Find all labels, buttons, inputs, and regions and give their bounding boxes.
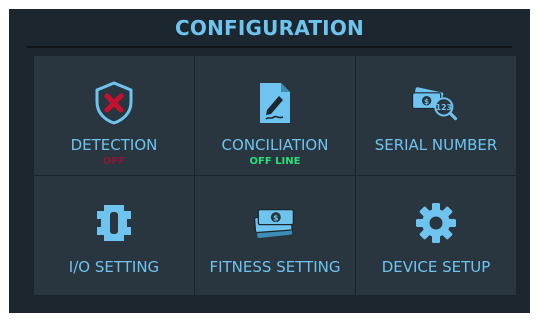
conciliation-status: OFF LINE (249, 156, 301, 167)
fitness-setting-label: FITNESS SETTING (209, 258, 341, 276)
configuration-screen: CONFIGURATION DETECTION OFF CONCILIATION… (9, 9, 530, 313)
svg-text:$: $ (424, 97, 429, 106)
gear-icon (411, 200, 461, 246)
shield-x-icon (89, 80, 139, 126)
serial-number-tile[interactable]: $ 123 SERIAL NUMBER (356, 56, 516, 175)
device-setup-label: DEVICE SETUP (381, 258, 491, 276)
document-signature-icon (250, 80, 300, 126)
svg-text:123: 123 (436, 103, 452, 112)
detection-tile[interactable]: DETECTION OFF (34, 56, 194, 175)
title-divider (27, 46, 512, 48)
banknote-serial-search-icon: $ 123 (411, 80, 461, 126)
serial-number-label: SERIAL NUMBER (374, 136, 498, 154)
svg-text:$: $ (273, 214, 278, 223)
page-title: CONFIGURATION (175, 16, 364, 40)
conciliation-tile[interactable]: CONCILIATION OFF LINE (195, 56, 355, 175)
fitness-setting-tile[interactable]: $ FITNESS SETTING (195, 176, 355, 295)
conciliation-label: CONCILIATION (221, 136, 329, 154)
device-setup-tile[interactable]: DEVICE SETUP (356, 176, 516, 295)
io-setting-label: I/O SETTING (68, 258, 160, 276)
detection-label: DETECTION (70, 136, 158, 154)
detection-status: OFF (102, 156, 126, 167)
io-setting-tile[interactable]: I/O SETTING (34, 176, 194, 295)
config-menu-grid: DETECTION OFF CONCILIATION OFF LINE $ 12… (34, 56, 516, 296)
io-connector-icon (89, 200, 139, 246)
banknotes-stack-icon: $ (250, 200, 300, 246)
